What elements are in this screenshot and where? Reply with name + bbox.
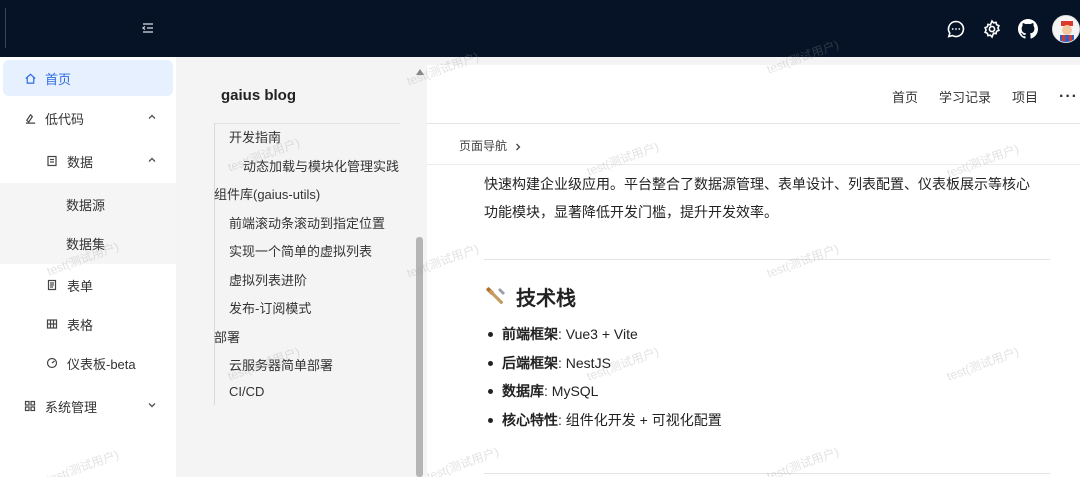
toc-item[interactable]: CI/CD bbox=[229, 384, 264, 399]
list-item-key: 后端框架 bbox=[502, 354, 558, 371]
sidebar-item-data[interactable]: 数据 bbox=[0, 141, 176, 181]
breadcrumb-divider bbox=[427, 164, 1080, 165]
intro-line: 功能模块，显著降低开发门槛，提升开发效率。 bbox=[484, 204, 778, 220]
topbar-divider bbox=[5, 8, 6, 48]
sidebar-item-datasource[interactable]: 数据源 bbox=[0, 184, 176, 224]
scroll-up-arrow-icon[interactable] bbox=[416, 69, 424, 75]
toc-item[interactable]: 云服务器简单部署 bbox=[229, 355, 333, 374]
sidebar-item-label: 表单 bbox=[67, 278, 94, 294]
header-nav: 首页 学习记录 项目 ··· bbox=[892, 87, 1080, 106]
sidebar-item-label: 表格 bbox=[67, 317, 94, 333]
breadcrumb[interactable]: 页面导航 bbox=[459, 137, 523, 154]
toc-guide-line bbox=[214, 123, 215, 405]
list-item: 后端框架: NestJS bbox=[484, 349, 722, 378]
breadcrumb-label: 页面导航 bbox=[459, 139, 508, 153]
sidebar-item-lowcode[interactable]: 低代码 bbox=[0, 98, 176, 138]
collapse-menu-icon[interactable] bbox=[140, 20, 156, 36]
toc-item[interactable]: 开发指南 bbox=[229, 127, 281, 146]
nav-link-home[interactable]: 首页 bbox=[892, 87, 918, 106]
toc-divider bbox=[214, 123, 400, 124]
list-item-key: 数据库 bbox=[502, 383, 544, 400]
toc-item[interactable]: 前端滚动条滚动到指定位置 bbox=[229, 213, 385, 232]
intro-paragraph: 快速构建企业级应用。平台整合了数据源管理、表单设计、列表配置、仪表板展示等核心 … bbox=[484, 170, 1054, 226]
list-item-key: 核心特性 bbox=[502, 411, 558, 428]
sidebar: 首页 低代码 数据 数据源 数据集 表单 表格 仪表板-beta 系统管理 bbox=[0, 57, 176, 477]
toc-item[interactable]: 虚拟列表进阶 bbox=[229, 270, 307, 289]
sidebar-item-label: 系统管理 bbox=[45, 399, 98, 415]
toc-item[interactable]: 动态加载与模块化管理实践 bbox=[243, 156, 399, 175]
system-icon bbox=[23, 399, 37, 413]
sidebar-item-table[interactable]: 表格 bbox=[0, 304, 176, 344]
tools-icon bbox=[484, 285, 508, 309]
chevron-right-icon bbox=[513, 141, 523, 151]
chevron-down-icon bbox=[146, 399, 158, 411]
main-content: 首页 学习记录 项目 ··· 页面导航 快速构建企业级应用。平台整合了数据源管理… bbox=[427, 57, 1080, 477]
toc-panel: gaius blog 开发指南 动态加载与模块化管理实践 组件库(gaius-u… bbox=[176, 57, 427, 477]
tech-stack-list: 前端框架: Vue3 + Vite 后端框架: NestJS 数据库: MySQ… bbox=[484, 320, 722, 434]
nav-link-projects[interactable]: 项目 bbox=[1012, 87, 1038, 106]
nav-link-learning[interactable]: 学习记录 bbox=[939, 87, 991, 106]
list-item: 数据库: MySQL bbox=[484, 377, 722, 406]
scrollbar-thumb[interactable] bbox=[416, 237, 423, 477]
list-item-value: : 组件化开发 + 可视化配置 bbox=[558, 411, 722, 428]
heading-text: 技术栈 bbox=[516, 288, 576, 310]
sidebar-item-label: 数据 bbox=[67, 154, 94, 170]
data-icon bbox=[45, 154, 59, 168]
list-item-value: : MySQL bbox=[544, 383, 599, 400]
github-icon[interactable] bbox=[1018, 19, 1038, 39]
toc-item[interactable]: 发布-订阅模式 bbox=[229, 298, 311, 317]
section-divider bbox=[484, 259, 1050, 260]
sidebar-item-label: 低代码 bbox=[45, 111, 85, 127]
gear-icon[interactable] bbox=[982, 19, 1002, 39]
sidebar-item-dashboard[interactable]: 仪表板-beta bbox=[0, 343, 176, 383]
intro-line: 快速构建企业级应用。平台整合了数据源管理、表单设计、列表配置、仪表板展示等核心 bbox=[484, 176, 1030, 192]
sidebar-item-label: 数据源 bbox=[66, 197, 106, 213]
sidebar-item-label: 首页 bbox=[45, 71, 72, 87]
chevron-up-icon bbox=[146, 111, 158, 123]
list-item: 核心特性: 组件化开发 + 可视化配置 bbox=[484, 406, 722, 435]
sidebar-item-dataset[interactable]: 数据集 bbox=[0, 223, 176, 263]
toc-title: gaius blog bbox=[221, 87, 296, 104]
toc-section[interactable]: 组件库(gaius-utils) bbox=[214, 184, 320, 203]
chat-icon[interactable] bbox=[946, 19, 966, 39]
list-item: 前端框架: Vue3 + Vite bbox=[484, 320, 722, 349]
sidebar-item-system[interactable]: 系统管理 bbox=[0, 386, 176, 426]
header-divider bbox=[427, 123, 1080, 124]
section-divider bbox=[484, 473, 1050, 474]
more-menu-icon[interactable]: ··· bbox=[1059, 88, 1078, 106]
home-icon bbox=[23, 71, 37, 85]
sidebar-item-label: 仪表板-beta bbox=[67, 356, 136, 372]
list-item-value: : Vue3 + Vite bbox=[558, 326, 638, 343]
toc-item[interactable]: 实现一个简单的虚拟列表 bbox=[229, 241, 372, 260]
top-actions bbox=[930, 15, 1080, 43]
toc-section[interactable]: 部署 bbox=[214, 327, 240, 346]
lowcode-icon bbox=[23, 111, 37, 125]
list-item-key: 前端框架 bbox=[502, 326, 558, 343]
chevron-up-icon bbox=[146, 154, 158, 166]
dashboard-icon bbox=[45, 356, 59, 370]
top-bar bbox=[0, 0, 1080, 57]
list-item-value: : NestJS bbox=[558, 354, 611, 371]
tech-stack-heading: 技术栈 bbox=[484, 282, 576, 311]
form-icon bbox=[45, 278, 59, 292]
table-icon bbox=[45, 317, 59, 331]
sidebar-item-form[interactable]: 表单 bbox=[0, 265, 176, 305]
main-top-shade bbox=[427, 57, 1080, 65]
sidebar-item-label: 数据集 bbox=[66, 236, 106, 252]
sidebar-item-home[interactable]: 首页 bbox=[3, 60, 173, 96]
user-avatar[interactable] bbox=[1052, 15, 1080, 43]
